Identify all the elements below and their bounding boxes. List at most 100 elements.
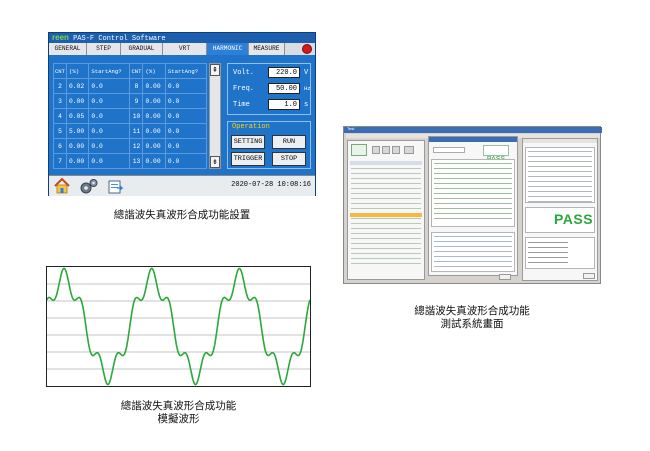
percent-cell[interactable]: 5.00 [65, 123, 90, 139]
list-item[interactable] [434, 218, 512, 219]
list-item[interactable] [434, 236, 512, 237]
list-item[interactable] [528, 151, 592, 152]
list-item[interactable] [434, 246, 512, 247]
gears-icon[interactable] [79, 178, 99, 195]
list-item[interactable] [434, 178, 512, 179]
list-item[interactable] [528, 201, 592, 202]
tab-harmonic[interactable]: HARMONIC [207, 43, 249, 55]
angle-cell[interactable]: 0.0 [164, 108, 208, 124]
list-item[interactable] [528, 181, 592, 182]
list-item[interactable] [434, 203, 512, 204]
list-item[interactable] [528, 186, 592, 187]
percent-cell[interactable]: 0.02 [65, 78, 90, 94]
list-item[interactable] [434, 168, 512, 169]
percent-cell[interactable]: 0.00 [142, 108, 166, 124]
list-item[interactable] [528, 166, 592, 167]
list-item[interactable] [351, 188, 421, 189]
list-item[interactable] [434, 213, 512, 214]
angle-cell[interactable]: 0.0 [164, 78, 208, 94]
list-item[interactable] [528, 242, 568, 243]
list-item[interactable] [434, 241, 512, 242]
list-item[interactable] [351, 208, 421, 209]
percent-cell[interactable]: 0.00 [142, 78, 166, 94]
list-item[interactable] [351, 243, 421, 244]
volt-field[interactable]: 220.0 [268, 67, 300, 78]
run-button[interactable]: RUN [272, 135, 306, 149]
tab-vrt[interactable]: VRT [163, 43, 207, 55]
percent-cell[interactable]: 0.00 [142, 138, 166, 154]
tab-general[interactable]: GENERAL [49, 43, 87, 55]
list-item[interactable] [528, 191, 592, 192]
list-item[interactable] [351, 223, 421, 224]
list-item[interactable] [351, 263, 421, 264]
list-item[interactable] [434, 251, 512, 252]
angle-cell[interactable]: 0.0 [88, 123, 131, 139]
list-item[interactable] [434, 208, 512, 209]
list-item[interactable] [528, 262, 568, 263]
list-item[interactable] [528, 176, 592, 177]
list-item[interactable] [528, 156, 592, 157]
list-item[interactable] [351, 203, 421, 204]
list-item[interactable] [434, 261, 512, 262]
percent-cell[interactable]: 0.00 [142, 93, 166, 109]
list-item[interactable] [351, 183, 421, 184]
list-item[interactable] [528, 247, 568, 248]
list-item[interactable] [351, 178, 421, 179]
tab-measure[interactable]: MEASURE [249, 43, 285, 55]
home-icon[interactable] [53, 177, 71, 195]
list-item[interactable] [351, 253, 421, 254]
toolbar-button[interactable] [404, 146, 414, 154]
list-item[interactable] [434, 163, 512, 164]
angle-cell[interactable]: 0.0 [164, 138, 208, 154]
list-item[interactable] [434, 173, 512, 174]
angle-cell[interactable]: 0.0 [88, 138, 131, 154]
list-item[interactable] [528, 257, 568, 258]
list-item[interactable] [434, 188, 512, 189]
list-item[interactable] [434, 266, 512, 267]
angle-cell[interactable]: 0.0 [88, 108, 131, 124]
list-item[interactable] [351, 173, 421, 174]
angle-cell[interactable]: 0.0 [164, 93, 208, 109]
stop-button[interactable]: STOP [272, 152, 306, 166]
percent-cell[interactable]: 0.00 [65, 93, 90, 109]
list-item-selected[interactable] [350, 213, 422, 217]
freq-field[interactable]: 50.00 [268, 83, 300, 94]
tab-step[interactable]: STEP [87, 43, 121, 55]
list-item[interactable] [351, 218, 421, 219]
exit-button[interactable] [583, 273, 595, 279]
list-item[interactable] [434, 193, 512, 194]
toolbar-button[interactable] [382, 146, 390, 154]
list-item[interactable] [434, 198, 512, 199]
list-item[interactable] [528, 161, 592, 162]
list-item[interactable] [528, 171, 592, 172]
list-item[interactable] [351, 248, 421, 249]
percent-cell[interactable]: 0.00 [142, 153, 166, 169]
ok-button[interactable] [499, 274, 511, 280]
list-item[interactable] [351, 228, 421, 229]
percent-cell[interactable]: 0.05 [65, 108, 90, 124]
percent-cell[interactable]: 0.00 [65, 138, 90, 154]
export-icon[interactable] [107, 178, 124, 195]
list-item[interactable] [351, 193, 421, 194]
toolbar-button[interactable] [372, 146, 380, 154]
page-up-button[interactable]: ⇞ [210, 64, 220, 76]
angle-cell[interactable]: 0.0 [164, 153, 208, 169]
time-field[interactable]: 1.0 [268, 99, 300, 110]
angle-cell[interactable]: 0.0 [88, 78, 131, 94]
page-down-button[interactable]: ⇟ [210, 156, 220, 168]
angle-cell[interactable]: 0.0 [88, 93, 131, 109]
tab-gradual[interactable]: GRADUAL [121, 43, 163, 55]
list-item[interactable] [351, 258, 421, 259]
list-item[interactable] [434, 183, 512, 184]
angle-cell[interactable]: 0.0 [88, 153, 131, 169]
list-item[interactable] [434, 256, 512, 257]
setting-button[interactable]: SETTING [231, 135, 265, 149]
list-item[interactable] [351, 198, 421, 199]
list-item[interactable] [528, 252, 568, 253]
trigger-button[interactable]: TRIGGER [231, 152, 265, 166]
percent-cell[interactable]: 0.00 [142, 123, 166, 139]
list-item[interactable] [351, 233, 421, 234]
record-icon[interactable] [302, 44, 312, 54]
table-scrollbar[interactable]: ⇞ ⇟ [209, 63, 221, 169]
list-item[interactable] [351, 238, 421, 239]
